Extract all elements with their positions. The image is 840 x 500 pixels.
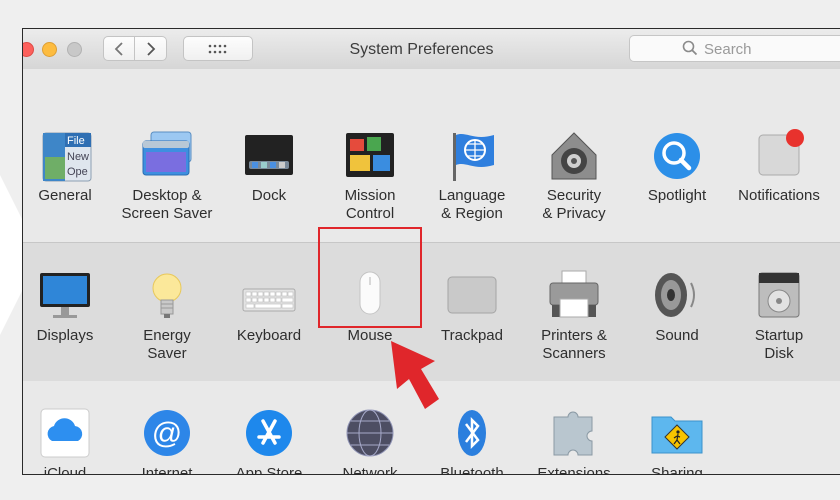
pointer-arrow-icon xyxy=(391,341,439,409)
pref-sharing[interactable]: Sharing xyxy=(626,407,728,475)
pref-label: App Store xyxy=(235,465,303,475)
sharing-folder-icon xyxy=(649,407,705,463)
pref-label: Startup Disk xyxy=(754,327,804,362)
dock-icon xyxy=(241,129,297,185)
pref-label: iCloud xyxy=(43,465,87,475)
pref-notifications[interactable]: Notifications xyxy=(728,129,830,205)
printer-icon xyxy=(546,269,602,325)
pref-mission-control[interactable]: Mission Control xyxy=(319,129,421,223)
pref-label: Sound xyxy=(655,327,699,344)
pref-label: Desktop & Screen Saver xyxy=(121,187,213,222)
displays-icon xyxy=(37,269,93,325)
pref-dock[interactable]: Dock xyxy=(218,129,320,205)
trackpad-icon xyxy=(444,269,500,325)
pref-label: Language & Region xyxy=(438,187,506,222)
pref-label: Network xyxy=(342,465,398,475)
title-bar: System Preferences Search xyxy=(23,29,840,70)
pref-internet-accounts[interactable]: @ Internet Accounts xyxy=(116,407,218,475)
pref-desktop-screen-saver[interactable]: Desktop & Screen Saver xyxy=(116,129,218,223)
pref-label: Notifications xyxy=(738,187,820,204)
pref-label: Keyboard xyxy=(236,327,302,344)
pref-label: Printers & Scanners xyxy=(541,327,607,362)
bluetooth-icon xyxy=(444,407,500,463)
search-placeholder: Search xyxy=(704,41,752,58)
pref-spotlight[interactable]: Spotlight xyxy=(626,129,728,205)
pref-label: Bluetooth xyxy=(440,465,504,475)
pref-language-region[interactable]: Language & Region xyxy=(421,129,523,223)
svg-text:@: @ xyxy=(152,417,182,450)
svg-text:New: New xyxy=(67,151,89,163)
pref-sound[interactable]: Sound xyxy=(626,269,728,345)
lightbulb-icon xyxy=(139,269,195,325)
pref-general[interactable]: File New Ope General xyxy=(23,129,116,205)
puzzle-piece-icon xyxy=(546,407,602,463)
pref-label: Security & Privacy xyxy=(542,187,606,222)
pref-label: Displays xyxy=(36,327,94,344)
mouse-highlight-box xyxy=(318,227,422,328)
pref-label: Dock xyxy=(251,187,287,204)
search-icon xyxy=(682,40,698,56)
pref-app-store[interactable]: App Store xyxy=(218,407,320,475)
speaker-icon xyxy=(649,269,705,325)
pref-label: Extensions xyxy=(537,465,611,475)
hard-disk-icon xyxy=(751,269,807,325)
icloud-icon xyxy=(37,407,93,463)
pref-label: Energy Saver xyxy=(143,327,191,362)
svg-text:File: File xyxy=(67,135,85,147)
pref-printers-scanners[interactable]: Printers & Scanners xyxy=(523,269,625,363)
search-field[interactable]: Search xyxy=(629,35,840,62)
pref-displays[interactable]: Displays xyxy=(23,269,116,345)
notifications-icon xyxy=(751,129,807,185)
pref-label: General xyxy=(38,187,92,204)
svg-text:Ope: Ope xyxy=(67,166,88,178)
pref-label: Mission Control xyxy=(344,187,396,222)
pref-extensions[interactable]: Extensions xyxy=(523,407,625,475)
spotlight-icon xyxy=(649,129,705,185)
personal-section: File New Ope General Desktop & Screen Sa… xyxy=(23,69,840,242)
pref-startup-disk[interactable]: Startup Disk xyxy=(728,269,830,363)
general-icon: File New Ope xyxy=(37,129,93,185)
app-store-icon xyxy=(241,407,297,463)
pref-label: Spotlight xyxy=(647,187,707,204)
pref-label: Sharing xyxy=(651,465,703,475)
keyboard-icon xyxy=(241,269,297,325)
system-preferences-window: System Preferences Search File New Ope G… xyxy=(22,28,840,475)
pref-icloud[interactable]: iCloud xyxy=(23,407,116,475)
pref-security-privacy[interactable]: Security & Privacy xyxy=(523,129,625,223)
mission-control-icon xyxy=(342,129,398,185)
pref-keyboard[interactable]: Keyboard xyxy=(218,269,320,345)
at-sign-icon: @ xyxy=(139,407,195,463)
language-region-icon xyxy=(444,129,500,185)
desktop-screen-saver-icon xyxy=(139,129,195,185)
security-privacy-icon xyxy=(546,129,602,185)
pref-trackpad[interactable]: Trackpad xyxy=(421,269,523,345)
pref-energy-saver[interactable]: Energy Saver xyxy=(116,269,218,363)
pref-label: Internet Accounts xyxy=(141,465,193,475)
